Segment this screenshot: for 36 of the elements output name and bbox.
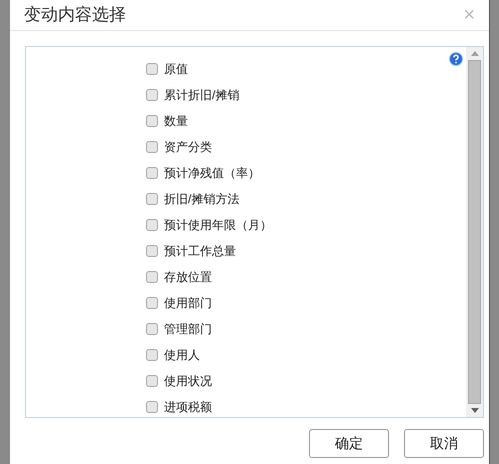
checkbox[interactable] bbox=[146, 349, 158, 361]
option-label: 进项税额 bbox=[164, 399, 212, 416]
checkbox[interactable] bbox=[146, 193, 158, 205]
option-label: 资产分类 bbox=[164, 139, 212, 156]
option-label: 预计工作总量 bbox=[164, 243, 236, 260]
option-label: 预计净残值（率） bbox=[164, 165, 260, 182]
option-label: 累计折旧/摊销 bbox=[164, 87, 240, 104]
dialog-button[interactable]: 确定 bbox=[309, 429, 389, 458]
option-label: 原值 bbox=[164, 61, 188, 78]
option-label: 使用人 bbox=[164, 347, 200, 364]
option-label: 管理部门 bbox=[164, 321, 212, 338]
option-label: 数量 bbox=[164, 113, 188, 130]
help-icon[interactable] bbox=[449, 52, 463, 66]
checkbox[interactable] bbox=[146, 245, 158, 257]
option-label: 使用部门 bbox=[164, 295, 212, 312]
checkbox[interactable] bbox=[146, 63, 158, 75]
checkbox[interactable] bbox=[146, 89, 158, 101]
window-title: 变动内容选择 bbox=[24, 4, 126, 26]
checkbox[interactable] bbox=[146, 219, 158, 231]
scroll-thumb[interactable] bbox=[468, 60, 481, 404]
checkbox[interactable] bbox=[146, 271, 158, 283]
checkbox[interactable] bbox=[146, 323, 158, 335]
option-label: 预计使用年限（月） bbox=[164, 217, 272, 234]
checkbox[interactable] bbox=[146, 297, 158, 309]
checkbox[interactable] bbox=[146, 141, 158, 153]
dialog-button[interactable]: 取消 bbox=[404, 429, 484, 458]
scroll-up-icon[interactable] bbox=[470, 51, 478, 56]
checkbox[interactable] bbox=[146, 375, 158, 387]
scrollbar[interactable] bbox=[466, 47, 483, 417]
scroll-down-icon[interactable] bbox=[470, 408, 478, 413]
checkbox[interactable] bbox=[146, 115, 158, 127]
option-label: 存放位置 bbox=[164, 269, 212, 286]
option-label: 折旧/摊销方法 bbox=[164, 191, 240, 208]
option-label: 使用状况 bbox=[164, 373, 212, 390]
checkbox[interactable] bbox=[146, 167, 158, 179]
checkbox[interactable] bbox=[146, 401, 158, 413]
